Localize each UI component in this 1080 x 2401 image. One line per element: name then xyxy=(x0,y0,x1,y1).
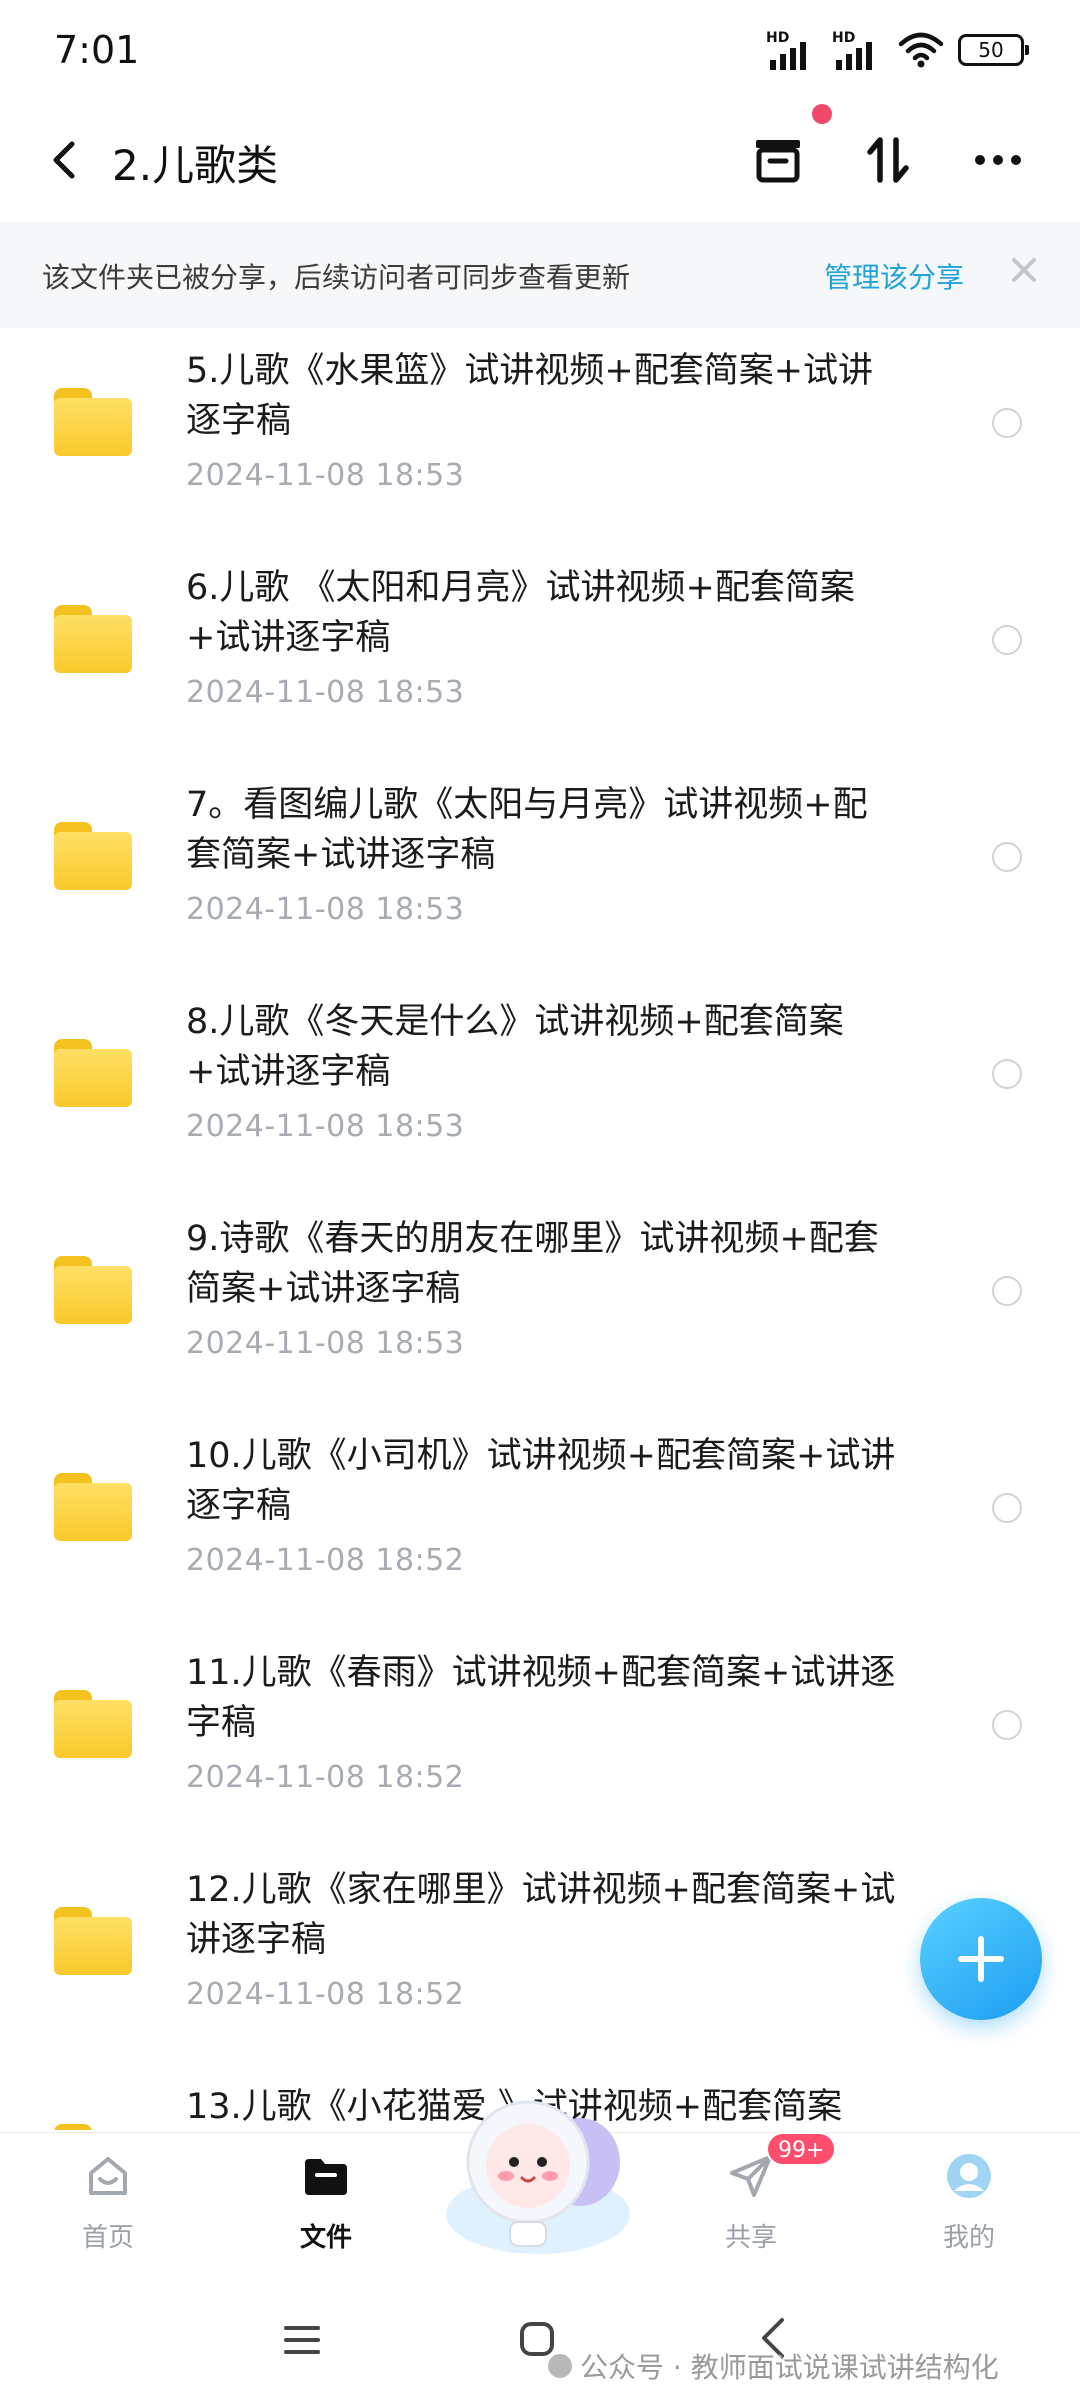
file-name: 7。看图编儿歌《太阳与月亮》试讲视频+配 套简案+试讲逐字稿 xyxy=(186,785,868,875)
file-name: 9.诗歌《春天的朋友在哪里》试讲视频+配套 简案+试讲逐字稿 xyxy=(186,1219,879,1309)
file-name: 10.儿歌《小司机》试讲视频+配套简案+试讲 逐字稿 xyxy=(186,1436,896,1526)
folder-icon xyxy=(54,1039,132,1107)
file-date: 2024-11-08 18:53 xyxy=(186,1326,465,1361)
list-item[interactable]: 5.儿歌《水果篮》试讲视频+配套简案+试讲 逐字稿 2024-11-08 18:5… xyxy=(0,330,1080,546)
screen: 7:01 HD HD 50 2.儿歌类 该文件夹已被分享，后续访问者可同步查看更… xyxy=(0,0,1080,2401)
nav-home[interactable]: 首页 xyxy=(33,2133,183,2273)
file-name: 6.儿歌 《太阳和月亮》试讲视频+配套简案 +试讲逐字稿 xyxy=(186,568,855,658)
mascot-icon[interactable] xyxy=(440,2084,636,2264)
select-radio[interactable] xyxy=(992,1276,1022,1306)
list-item[interactable]: 10.儿歌《小司机》试讲视频+配套简案+试讲 逐字稿 2024-11-08 18:… xyxy=(0,1415,1080,1631)
folder-icon xyxy=(54,1690,132,1758)
home-icon xyxy=(89,2157,127,2195)
file-date: 2024-11-08 18:52 xyxy=(186,1977,465,2012)
signal-icon: HD xyxy=(766,30,818,70)
nav-home-label: 首页 xyxy=(81,2223,134,2253)
nav-mine[interactable]: 我的 xyxy=(894,2133,1044,2273)
select-radio[interactable] xyxy=(992,842,1022,872)
select-radio[interactable] xyxy=(992,625,1022,655)
share-banner: 该文件夹已被分享，后续访问者可同步查看更新 管理该分享 xyxy=(0,222,1080,328)
status-bar: 7:01 HD HD 50 xyxy=(0,0,1080,100)
file-date: 2024-11-08 18:53 xyxy=(186,458,465,493)
list-item[interactable]: 6.儿歌 《太阳和月亮》试讲视频+配套简案 +试讲逐字稿 2024-11-08 1… xyxy=(0,547,1080,763)
file-name: 11.儿歌《春雨》试讲视频+配套简案+试讲逐 字稿 xyxy=(186,1653,896,1743)
nav-share-label: 共享 xyxy=(724,2223,777,2253)
folder-icon xyxy=(54,605,132,673)
folder-icon xyxy=(54,2124,132,2130)
close-icon[interactable] xyxy=(1006,252,1042,288)
folder-icon xyxy=(305,2159,347,2195)
share-notice-text: 该文件夹已被分享，后续访问者可同步查看更新 xyxy=(42,261,631,294)
file-name: 8.儿歌《冬天是什么》试讲视频+配套简案 +试讲逐字稿 xyxy=(186,1002,844,1092)
select-radio[interactable] xyxy=(992,408,1022,438)
nav-files[interactable]: 文件 xyxy=(251,2133,401,2273)
folder-icon xyxy=(54,1473,132,1541)
battery-icon: 50 xyxy=(958,34,1029,66)
file-date: 2024-11-08 18:52 xyxy=(186,1760,465,1795)
status-time: 7:01 xyxy=(54,28,140,72)
page-title: 2.儿歌类 xyxy=(112,141,279,190)
watermark: 公众号 · 教师面试说课试讲结构化 xyxy=(548,2346,999,2386)
select-radio[interactable] xyxy=(992,1710,1022,1740)
header: 2.儿歌类 xyxy=(0,110,1080,210)
list-item[interactable]: 8.儿歌《冬天是什么》试讲视频+配套简案 +试讲逐字稿 2024-11-08 18… xyxy=(0,981,1080,1197)
signal-icon: HD xyxy=(832,30,884,70)
chevron-left-icon[interactable] xyxy=(44,136,84,184)
manage-share-link[interactable]: 管理该分享 xyxy=(824,256,964,296)
list-item[interactable]: 7。看图编儿歌《太阳与月亮》试讲视频+配 套简案+试讲逐字稿 2024-11-08… xyxy=(0,764,1080,980)
notification-badge: 99+ xyxy=(766,2132,837,2166)
file-name: 5.儿歌《水果篮》试讲视频+配套简案+试讲 逐字稿 xyxy=(186,351,874,441)
list-item[interactable]: 11.儿歌《春雨》试讲视频+配套简案+试讲逐 字稿 2024-11-08 18:5… xyxy=(0,1632,1080,1848)
sort-icon[interactable] xyxy=(858,130,918,190)
folder-icon xyxy=(54,1907,132,1975)
select-radio[interactable] xyxy=(992,1493,1022,1523)
file-date: 2024-11-08 18:53 xyxy=(186,1109,465,1144)
folder-icon xyxy=(54,1256,132,1324)
file-date: 2024-11-08 18:52 xyxy=(186,1543,465,1578)
notification-dot xyxy=(812,104,832,124)
folder-icon xyxy=(54,822,132,890)
watermark-text: 公众号 · 教师面试说课试讲结构化 xyxy=(580,2351,999,2384)
wifi-icon xyxy=(898,32,944,68)
nav-mine-label: 我的 xyxy=(942,2223,995,2253)
avatar-icon xyxy=(947,2154,991,2198)
status-icons: HD HD 50 xyxy=(766,30,1029,70)
more-icon[interactable] xyxy=(968,130,1028,190)
list-item[interactable]: 9.诗歌《春天的朋友在哪里》试讲视频+配套 简案+试讲逐字稿 2024-11-08… xyxy=(0,1198,1080,1414)
nav-files-label: 文件 xyxy=(299,2223,352,2253)
file-name: 12.儿歌《家在哪里》试讲视频+配套简案+试 讲逐字稿 xyxy=(186,1870,896,1960)
select-radio[interactable] xyxy=(992,1059,1022,1089)
add-button[interactable] xyxy=(920,1898,1042,2020)
file-list: 5.儿歌《水果篮》试讲视频+配套简案+试讲 逐字稿 2024-11-08 18:5… xyxy=(0,330,1080,2130)
list-item[interactable]: 12.儿歌《家在哪里》试讲视频+配套简案+试 讲逐字稿 2024-11-08 18… xyxy=(0,1849,1080,2065)
system-nav: 公众号 · 教师面试说课试讲结构化 xyxy=(0,2290,1080,2401)
file-date: 2024-11-08 18:53 xyxy=(186,892,465,927)
folder-icon xyxy=(54,388,132,456)
file-date: 2024-11-08 18:53 xyxy=(186,675,465,710)
archive-icon[interactable] xyxy=(748,130,808,190)
menu-icon[interactable] xyxy=(282,2320,322,2360)
wechat-icon xyxy=(548,2354,572,2378)
